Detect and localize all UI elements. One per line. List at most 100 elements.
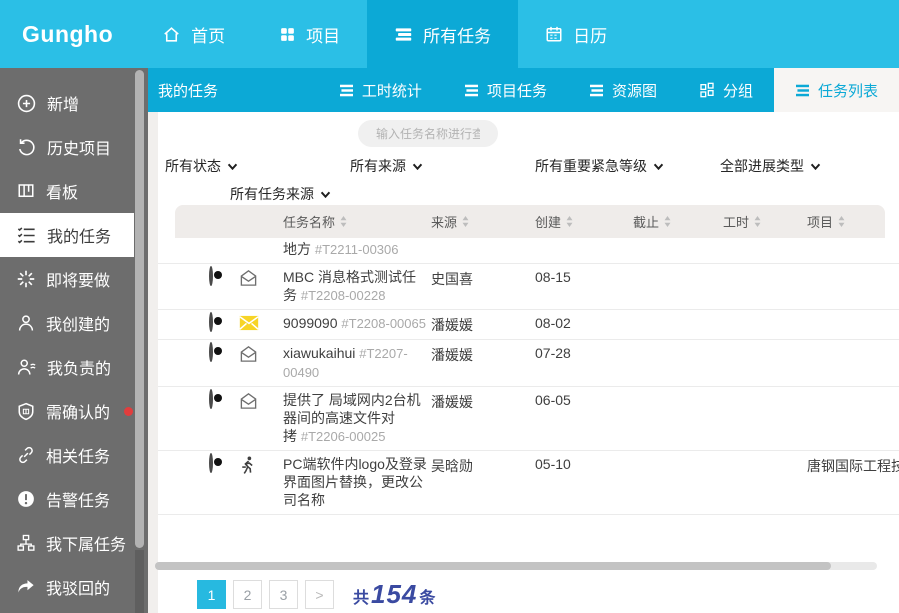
sidebar-item-10[interactable]: 我下属任务 bbox=[0, 521, 134, 565]
filter-row1-2[interactable]: 所有重要紧急等级 bbox=[535, 156, 664, 176]
sort-icon[interactable] bbox=[566, 216, 573, 227]
task-name-cell[interactable]: MBC 消息格式测试任务 #T2208-00228 bbox=[283, 268, 431, 305]
nav-item-label: 日历 bbox=[573, 22, 607, 47]
tab-1[interactable]: 项目任务 bbox=[443, 68, 568, 112]
sort-icon[interactable] bbox=[664, 216, 671, 227]
sort-icon[interactable] bbox=[838, 216, 845, 227]
filter-label: 所有重要紧急等级 bbox=[535, 156, 647, 176]
filter-label: 全部进展类型 bbox=[720, 156, 804, 176]
table-row[interactable]: 地方 #T2211-00306 bbox=[158, 238, 899, 264]
sort-icon[interactable] bbox=[462, 216, 469, 227]
sort-icon[interactable] bbox=[340, 216, 347, 227]
task-name-cell[interactable]: 地方 #T2211-00306 bbox=[283, 240, 431, 259]
task-due bbox=[633, 268, 723, 269]
task-search-input[interactable]: 输入任务名称进行查询 bbox=[358, 120, 498, 147]
page-button-1[interactable]: 1 bbox=[197, 580, 226, 609]
task-project bbox=[807, 344, 899, 345]
filter-row2-0[interactable]: 所有任务来源 bbox=[230, 184, 331, 204]
task-name-cell[interactable]: PC端软件内logo及登录界面图片替换，更改公司名称 bbox=[283, 455, 431, 510]
task-due bbox=[633, 455, 723, 456]
nav-item-1[interactable]: 项目 bbox=[252, 0, 367, 68]
column-header-0[interactable]: 任务名称 bbox=[283, 212, 431, 231]
task-hours bbox=[723, 455, 807, 456]
list-icon bbox=[339, 84, 354, 97]
page-button-2[interactable]: 2 bbox=[233, 580, 262, 609]
task-created: 08-15 bbox=[535, 268, 633, 285]
envelope-open-icon bbox=[239, 392, 258, 410]
task-name-cell[interactable]: xiawukaihui #T2207-00490 bbox=[283, 344, 431, 382]
column-header-2[interactable]: 创建 bbox=[535, 212, 633, 231]
sidebar-item-11[interactable]: 我驳回的 bbox=[0, 565, 134, 609]
sidebar-item-5[interactable]: 我创建的 bbox=[0, 301, 134, 345]
envelope-closed-icon bbox=[239, 315, 259, 331]
sidebar-item-label: 需确认的 bbox=[46, 399, 110, 423]
task-name: PC端软件内logo及登录界面图片替换，更改公司名称 bbox=[283, 456, 427, 508]
tab-3[interactable]: 分组 bbox=[678, 68, 774, 112]
nav-item-0[interactable]: 首页 bbox=[135, 0, 252, 68]
upcoming-icon bbox=[17, 270, 35, 288]
task-due bbox=[633, 391, 723, 392]
column-header-4[interactable]: 工时 bbox=[723, 212, 807, 231]
radio-button[interactable] bbox=[209, 389, 213, 409]
radio-button[interactable] bbox=[209, 342, 213, 362]
table-row[interactable]: xiawukaihui #T2207-00490潘媛媛07-28 bbox=[158, 340, 899, 387]
link-icon bbox=[17, 446, 35, 464]
radio-button[interactable] bbox=[209, 266, 213, 286]
org-icon bbox=[17, 534, 35, 552]
sidebar-item-9[interactable]: 告警任务 bbox=[0, 477, 134, 521]
sidebar-scrollbar-thumb[interactable] bbox=[135, 70, 144, 548]
tab-2[interactable]: 资源图 bbox=[568, 68, 678, 112]
page-button-3[interactable]: 3 bbox=[269, 580, 298, 609]
task-id: #T2206-00025 bbox=[301, 429, 386, 444]
sidebar-item-4[interactable]: 即将要做 bbox=[0, 257, 134, 301]
task-project bbox=[807, 314, 899, 315]
task-due bbox=[633, 240, 723, 241]
table-row[interactable]: PC端软件内logo及登录界面图片替换，更改公司名称 吴晗勋05-10唐钢国际工… bbox=[158, 451, 899, 515]
table-row[interactable]: 9099090 #T2208-00065潘媛媛08-02 bbox=[158, 310, 899, 340]
envelope-open-icon bbox=[239, 269, 258, 287]
filter-row1-0[interactable]: 所有状态 bbox=[165, 156, 238, 176]
horizontal-scrollbar-thumb[interactable] bbox=[155, 562, 831, 570]
row-type-cell bbox=[239, 391, 283, 413]
sidebar-item-1[interactable]: 历史项目 bbox=[0, 125, 134, 169]
column-header-5[interactable]: 项目 bbox=[807, 212, 885, 231]
filter-row1-3[interactable]: 全部进展类型 bbox=[720, 156, 821, 176]
sidebar-item-2[interactable]: 看板 bbox=[0, 169, 134, 213]
row-type-cell bbox=[239, 268, 283, 290]
sidebar-item-label: 我驳回的 bbox=[46, 575, 110, 599]
column-header-3[interactable]: 截止 bbox=[633, 212, 723, 231]
task-name: 地方 bbox=[283, 241, 311, 257]
sidebar-scrollbar[interactable] bbox=[135, 68, 144, 613]
history-icon bbox=[17, 138, 36, 157]
total-count: 共 154 条 bbox=[353, 579, 435, 610]
radio-button[interactable] bbox=[209, 312, 213, 332]
sidebar-item-3[interactable]: 我的任务 bbox=[0, 213, 134, 257]
nav-item-2[interactable]: 所有任务 bbox=[367, 0, 518, 68]
sort-icon[interactable] bbox=[754, 216, 761, 227]
column-header-1[interactable]: 来源 bbox=[431, 212, 535, 231]
sidebar-item-0[interactable]: 新增 bbox=[0, 81, 134, 125]
task-name-cell[interactable]: 提供了 局域网内2台机器间的高速文件对拷 #T2206-00025 bbox=[283, 391, 431, 446]
filter-row1-1[interactable]: 所有来源 bbox=[350, 156, 423, 176]
table-row[interactable]: MBC 消息格式测试任务 #T2208-00228史国喜08-15 bbox=[158, 264, 899, 310]
sidebar-item-6[interactable]: 我负责的 bbox=[0, 345, 134, 389]
sub-bar: 我的任务 工时统计项目任务资源图分组任务列表 bbox=[148, 68, 899, 112]
tab-4[interactable]: 任务列表 bbox=[774, 68, 899, 112]
table-row[interactable]: 提供了 局域网内2台机器间的高速文件对拷 #T2206-00025潘媛媛06-0… bbox=[158, 387, 899, 451]
task-due bbox=[633, 344, 723, 345]
horizontal-scrollbar[interactable] bbox=[155, 562, 877, 570]
tab-label: 资源图 bbox=[612, 80, 657, 101]
grid-icon bbox=[279, 26, 296, 43]
brand-logo[interactable]: Gungho bbox=[0, 21, 135, 48]
task-source: 潘媛媛 bbox=[431, 344, 535, 365]
column-header-label: 工时 bbox=[723, 212, 749, 231]
radio-button[interactable] bbox=[209, 453, 213, 473]
sidebar-item-8[interactable]: 相关任务 bbox=[0, 433, 134, 477]
task-name-cell[interactable]: 9099090 #T2208-00065 bbox=[283, 314, 431, 333]
task-table: 地方 #T2211-00306 MBC 消息格式测试任务 #T2208-00228… bbox=[158, 238, 899, 562]
nav-item-3[interactable]: 日历 bbox=[518, 0, 634, 68]
tab-0[interactable]: 工时统计 bbox=[318, 68, 443, 112]
chev-dark-icon bbox=[320, 191, 331, 198]
next-page-button[interactable]: > bbox=[305, 580, 334, 609]
sidebar-item-7[interactable]: 需确认的 bbox=[0, 389, 134, 433]
